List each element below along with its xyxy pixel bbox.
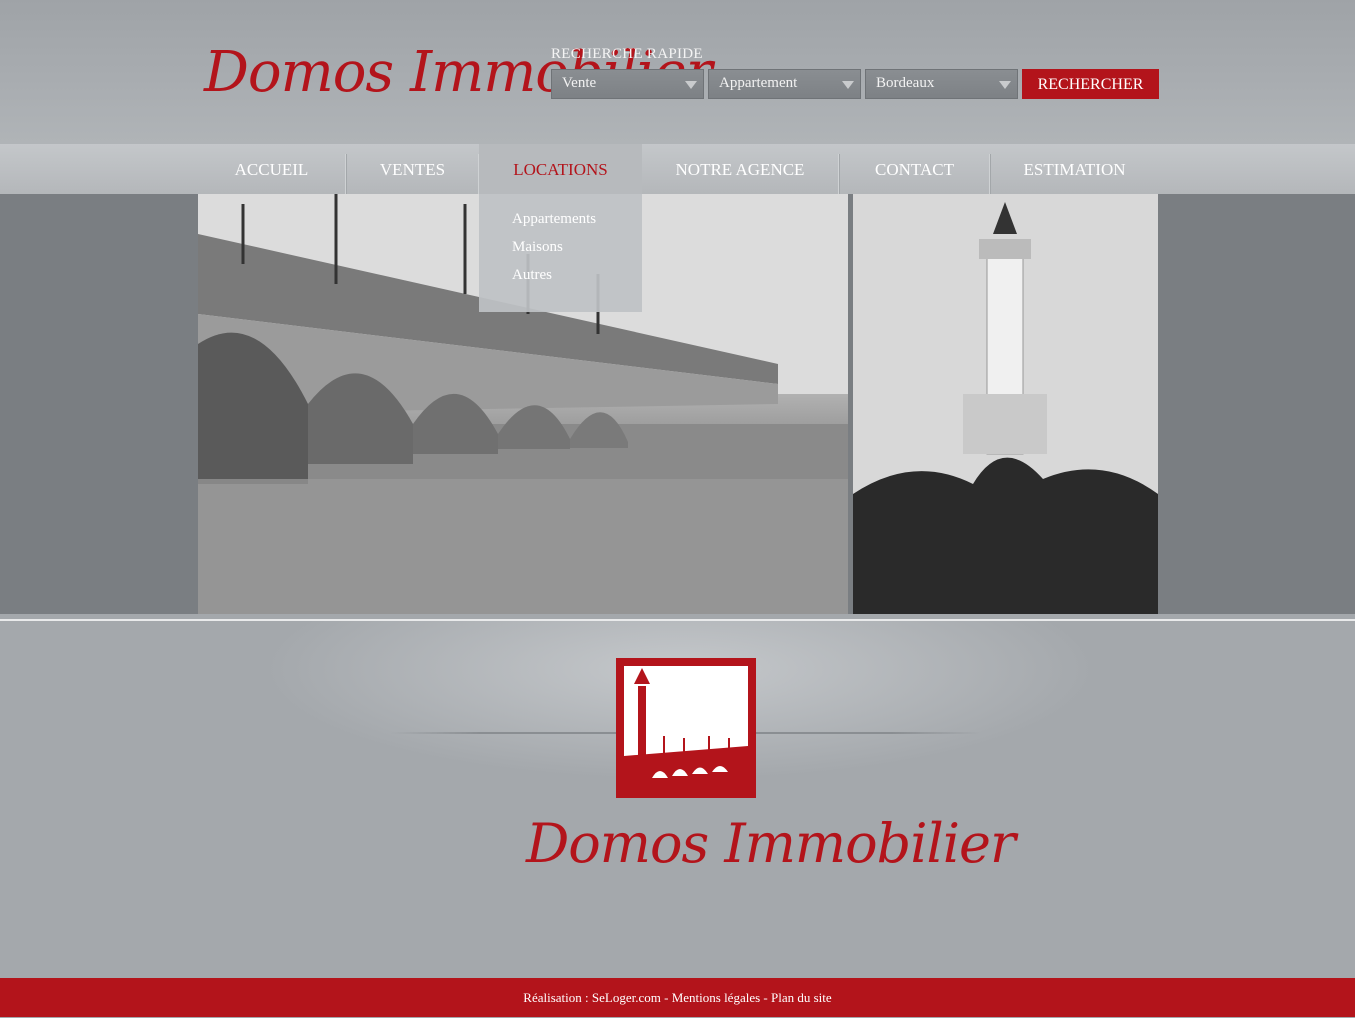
nav-item-ventes[interactable]: VENTES [347,144,478,194]
dropdown-item-maisons[interactable]: Maisons [512,239,563,256]
decorative-line-right [756,732,982,734]
emblem-illustration [624,666,748,790]
emblem-inner [624,666,748,790]
nav-item-accueil[interactable]: ACCUEIL [198,144,345,194]
monument-photo [853,194,1158,614]
chevron-down-icon [999,81,1011,89]
decorative-line-left [390,732,616,734]
footer-mentions-link[interactable]: Mentions légales [672,990,760,1005]
nav-item-notre-agence[interactable]: NOTRE AGENCE [642,144,838,194]
main-nav: ACCUEIL VENTES LOCATIONS NOTRE AGENCE CO… [0,144,1355,194]
chevron-down-icon [842,81,854,89]
footer-separator: - [664,990,669,1005]
nav-item-estimation[interactable]: ESTIMATION [991,144,1158,194]
footer-logo: Domos Immobilier [526,812,1016,875]
monument-illustration [853,194,1158,614]
city-select[interactable]: Bordeaux [865,69,1018,99]
dropdown-item-appartements[interactable]: Appartements [512,211,596,228]
locations-dropdown: Appartements Maisons Autres [479,194,642,312]
city-select-value: Bordeaux [876,75,935,91]
search-button[interactable]: RECHERCHER [1022,69,1159,99]
nav-item-locations[interactable]: LOCATIONS [479,144,642,194]
brand-emblem [616,658,756,798]
transaction-select-value: Vente [562,75,597,91]
quick-search-label: RECHERCHE RAPIDE [551,46,703,62]
property-type-select-value: Appartement [719,75,798,91]
property-type-select[interactable]: Appartement [708,69,861,99]
footer: Réalisation : SeLoger.com - Mentions lég… [0,978,1355,1017]
dropdown-item-autres[interactable]: Autres [512,267,552,284]
transaction-select[interactable]: Vente [551,69,704,99]
footer-sitemap-link[interactable]: Plan du site [771,990,832,1005]
nav-item-contact[interactable]: CONTACT [840,144,989,194]
footer-realisation-link[interactable]: Réalisation : SeLoger.com [523,990,661,1005]
chevron-down-icon [685,81,697,89]
footer-separator: - [763,990,768,1005]
